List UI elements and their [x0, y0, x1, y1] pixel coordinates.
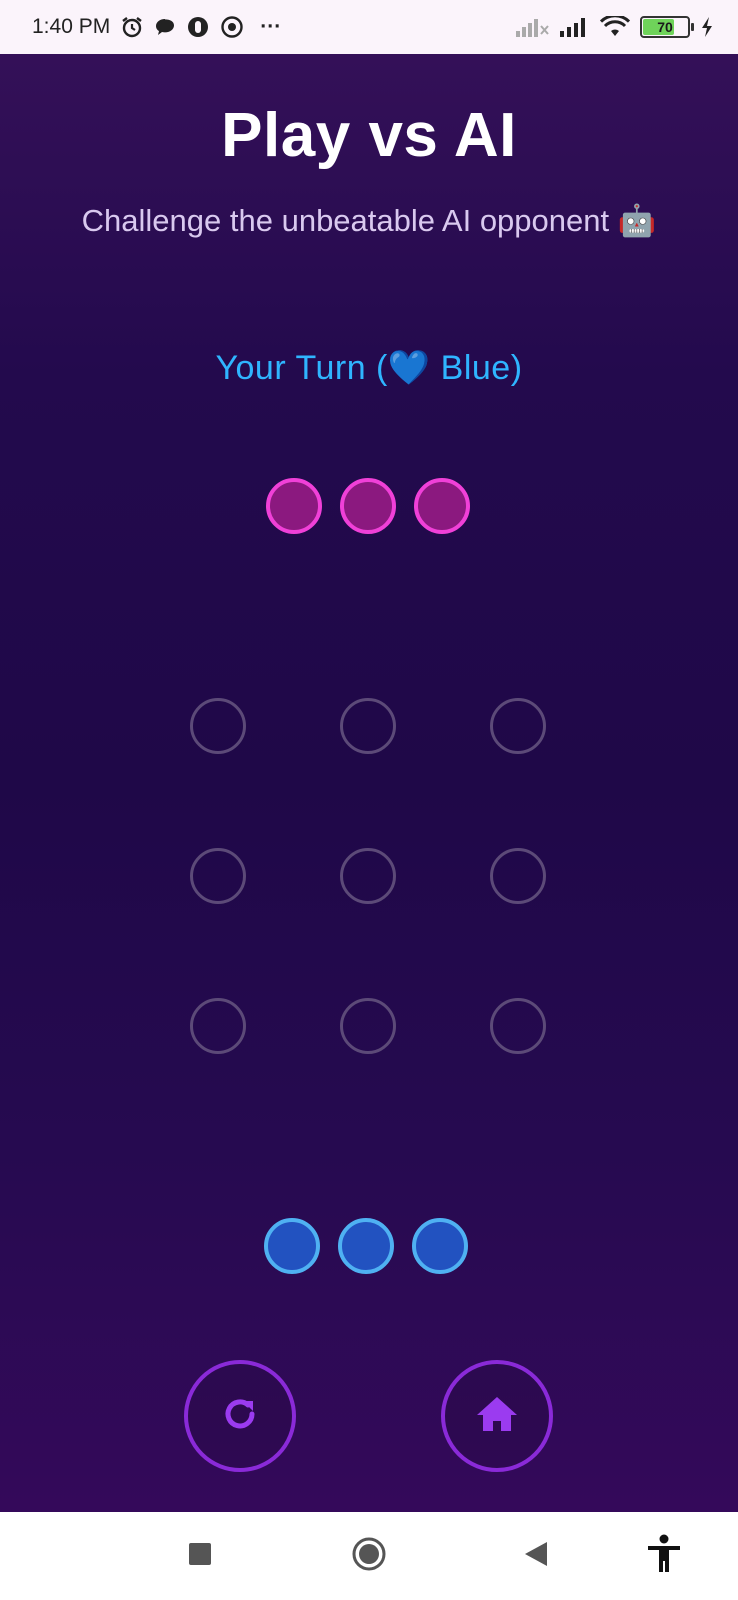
status-time: 1:40 PM	[32, 15, 111, 38]
wifi-icon	[600, 16, 630, 38]
recents-icon	[188, 1542, 212, 1571]
board-cell[interactable]	[190, 698, 246, 754]
board-cell[interactable]	[190, 998, 246, 1054]
signal-icon	[560, 16, 590, 38]
status-right: 70	[516, 16, 714, 38]
signal-icon	[516, 16, 550, 38]
board-cell[interactable]	[490, 698, 546, 754]
accessibility-icon	[646, 1534, 682, 1579]
board-cell[interactable]	[490, 848, 546, 904]
battery-level: 70	[657, 19, 673, 35]
page-title: Play vs AI	[221, 101, 517, 170]
game-screen: Play vs AI Challenge the unbeatable AI o…	[0, 54, 738, 1512]
status-left: 1:40 PM ···	[32, 15, 281, 39]
system-nav-bar	[0, 1512, 738, 1600]
restart-button[interactable]	[184, 1360, 296, 1472]
page-subtitle: Challenge the unbeatable AI opponent 🤖	[81, 203, 657, 238]
board-cell[interactable]	[340, 848, 396, 904]
accessibility-button[interactable]	[642, 1534, 686, 1578]
board-cell[interactable]	[490, 998, 546, 1054]
alarm-icon	[120, 15, 144, 39]
back-button[interactable]	[514, 1534, 558, 1578]
home-button[interactable]	[441, 1360, 553, 1472]
restart-icon	[219, 1393, 261, 1440]
ai-piece	[266, 478, 322, 534]
ai-piece	[340, 478, 396, 534]
sync-icon	[220, 15, 244, 39]
recents-button[interactable]	[178, 1534, 222, 1578]
home-circle-icon	[351, 1536, 387, 1577]
more-notifications: ···	[260, 15, 282, 38]
home-nav-button[interactable]	[347, 1534, 391, 1578]
player-piece[interactable]	[412, 1218, 468, 1274]
home-icon	[474, 1393, 520, 1440]
board-cell[interactable]	[190, 848, 246, 904]
ai-piece	[414, 478, 470, 534]
board-cell[interactable]	[340, 998, 396, 1054]
turn-indicator: Your Turn (💙 Blue)	[215, 349, 523, 387]
battery-icon: 70	[640, 16, 694, 38]
status-bar: 1:40 PM ··· 70	[0, 0, 738, 54]
board-cell[interactable]	[340, 698, 396, 754]
back-icon	[523, 1540, 549, 1573]
player-piece[interactable]	[264, 1218, 320, 1274]
app-icon	[186, 15, 210, 39]
charging-icon	[700, 16, 714, 38]
player-piece[interactable]	[338, 1218, 394, 1274]
chat-icon	[154, 16, 176, 38]
